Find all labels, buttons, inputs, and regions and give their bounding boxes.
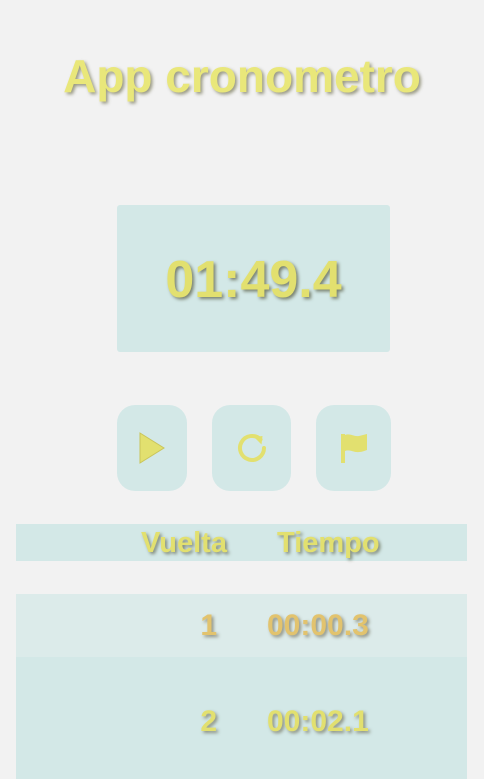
stopwatch-app: App cronometro 01:49.4 Vuelta Tiempo 1 0… xyxy=(0,0,484,779)
lap-number: 2 xyxy=(200,705,217,738)
time-display: 01:49.4 xyxy=(117,205,390,352)
flag-icon xyxy=(340,434,367,463)
laps-table-header: Vuelta Tiempo xyxy=(16,524,467,561)
reset-button[interactable] xyxy=(212,405,291,491)
lap-time: 00:02.1 xyxy=(267,705,369,738)
play-button[interactable] xyxy=(117,405,187,491)
play-icon xyxy=(139,432,165,464)
column-header-time: Tiempo xyxy=(277,527,380,559)
table-row: 1 00:00.3 xyxy=(16,594,467,657)
lap-button[interactable] xyxy=(316,405,391,491)
reset-icon xyxy=(237,434,266,462)
lap-time: 00:00.3 xyxy=(267,609,369,642)
lap-number: 1 xyxy=(200,609,217,642)
column-header-lap: Vuelta xyxy=(141,527,227,559)
app-title: App cronometro xyxy=(63,50,421,102)
table-row: 2 00:02.1 xyxy=(16,657,467,779)
elapsed-time: 01:49.4 xyxy=(165,250,342,309)
